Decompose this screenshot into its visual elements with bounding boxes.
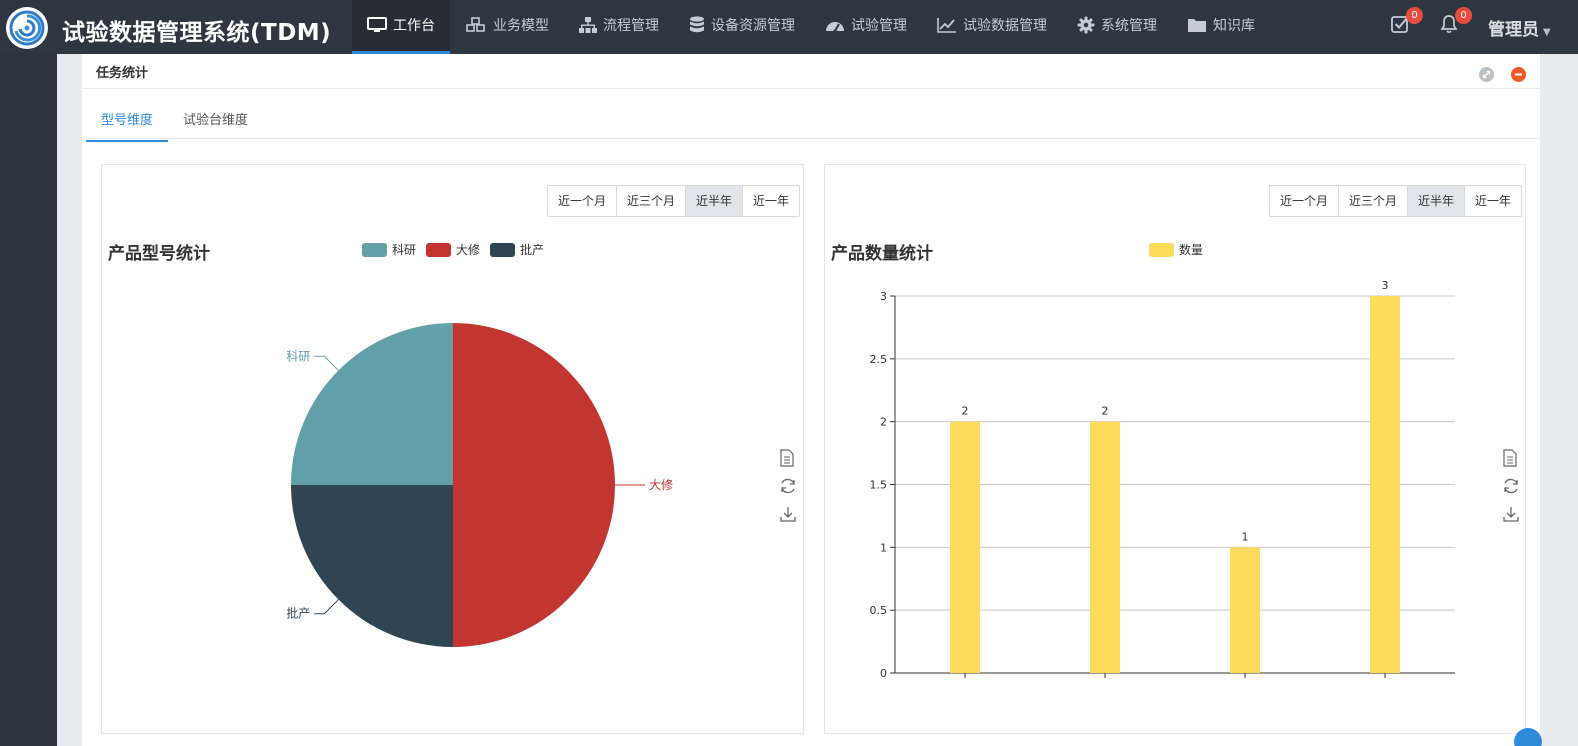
notifications-badge: 0 xyxy=(1455,7,1472,24)
dimension-tabs: 型号维度 试验台维度 xyxy=(86,102,263,142)
task-stats-panel: 任务统计 型号维度 试验台维度 近一个月 近三个月 近半年 近一年 产品型号统计… xyxy=(82,54,1540,746)
tab-model-dimension[interactable]: 型号维度 xyxy=(86,102,169,142)
pie-chart: 大修批产 科研 xyxy=(286,323,673,647)
main-nav: 工作台 业务模型 流程管理 设备资源管理 试验管理 试验数据管理 系统管理 知识… xyxy=(352,0,1270,54)
pie-label-line xyxy=(314,355,339,371)
y-tick-label: 3 xyxy=(880,290,887,303)
cubes-icon xyxy=(466,17,485,32)
nav-item-workbench[interactable]: 工作台 xyxy=(352,0,450,54)
download-icon[interactable] xyxy=(1502,505,1520,523)
header-divider xyxy=(82,88,1540,89)
pie-slice-label: 大修 xyxy=(649,477,673,492)
app-title: 试验数据管理系统(TDM) xyxy=(62,20,332,46)
expand-button[interactable] xyxy=(1479,67,1494,82)
data-view-icon[interactable] xyxy=(779,449,795,467)
pie-toolbox xyxy=(779,449,797,533)
folder-icon xyxy=(1188,19,1206,32)
left-sidebar xyxy=(0,54,57,746)
app-logo[interactable] xyxy=(6,7,48,49)
nav-item-label: 试验数据管理 xyxy=(963,18,1047,34)
nav-item-business-model[interactable]: 业务模型 xyxy=(450,0,564,54)
bar-chart: 0 0.5 1 1.5 2 2.5 3 2 2 1 3 xyxy=(870,279,1455,680)
nav-item-test-data[interactable]: 试验数据管理 xyxy=(922,0,1062,54)
model-stats-card: 近一个月 近三个月 近半年 近一年 产品型号统计 科研 大修 批产 大修 批产 科研 xyxy=(101,164,804,734)
pie-slice[interactable] xyxy=(291,323,453,485)
bar[interactable] xyxy=(1230,547,1260,673)
nav-item-label: 工作台 xyxy=(393,18,435,34)
gear-icon xyxy=(1077,16,1095,34)
line-chart-icon xyxy=(937,18,956,33)
y-tick-label: 2 xyxy=(880,416,887,429)
left-gutter xyxy=(57,54,82,746)
nav-item-test[interactable]: 试验管理 xyxy=(810,0,922,54)
download-icon[interactable] xyxy=(779,505,797,523)
y-tick-label: 0.5 xyxy=(870,604,888,617)
nav-item-label: 系统管理 xyxy=(1101,18,1157,34)
bar-data-label: 2 xyxy=(1102,405,1109,418)
nav-item-system[interactable]: 系统管理 xyxy=(1062,0,1172,54)
user-menu[interactable]: 管理员 ▼ xyxy=(1488,15,1551,40)
tasks-badge: 0 xyxy=(1406,7,1423,24)
nav-item-label: 试验管理 xyxy=(851,18,907,34)
nav-item-label: 设备资源管理 xyxy=(711,18,795,34)
y-tick-label: 1.5 xyxy=(870,479,888,492)
bar-data-label: 3 xyxy=(1382,279,1389,292)
database-icon xyxy=(690,16,704,33)
restore-icon[interactable] xyxy=(1502,477,1520,495)
user-name: 管理员 xyxy=(1488,20,1539,40)
sitemap-icon xyxy=(579,17,597,33)
minus-icon xyxy=(1515,73,1522,76)
tab-testbench-dimension[interactable]: 试验台维度 xyxy=(168,102,263,142)
bar[interactable] xyxy=(1370,296,1400,673)
y-tick-label: 1 xyxy=(880,541,887,554)
minimize-button[interactable] xyxy=(1511,67,1526,82)
y-tick-label: 2.5 xyxy=(870,353,888,366)
bar-data-label: 2 xyxy=(962,405,969,418)
swirl-logo-icon xyxy=(8,9,46,47)
notifications-button[interactable]: 0 xyxy=(1439,7,1472,36)
pie-slice[interactable] xyxy=(291,485,453,647)
pie-slice-label: 科研 xyxy=(286,349,310,363)
caret-down-icon: ▼ xyxy=(1543,27,1551,38)
bar[interactable] xyxy=(950,421,980,673)
dashboard-icon xyxy=(826,22,844,33)
top-bar: 试验数据管理系统(TDM) 工作台 业务模型 流程管理 设备资源管理 试验管理 … xyxy=(0,0,1578,54)
nav-item-label: 流程管理 xyxy=(603,18,659,34)
restore-icon[interactable] xyxy=(779,477,797,495)
data-view-icon[interactable] xyxy=(1502,449,1518,467)
y-tick-label: 0 xyxy=(880,667,887,680)
panel-title: 任务统计 xyxy=(96,66,149,81)
quantity-stats-card: 近一个月 近三个月 近半年 近一年 产品数量统计 数量 0 0.5 1 1.5 2 2.5… xyxy=(824,164,1526,734)
tabs-divider xyxy=(86,138,1540,139)
nav-item-equipment[interactable]: 设备资源管理 xyxy=(674,0,810,54)
nav-item-process[interactable]: 流程管理 xyxy=(564,0,674,54)
nav-item-knowledge[interactable]: 知识库 xyxy=(1172,0,1270,54)
pie-label-line xyxy=(314,599,339,615)
pie-slice-label: 批产 xyxy=(286,606,310,621)
pie-slice[interactable] xyxy=(453,323,615,647)
tasks-button[interactable]: 0 xyxy=(1390,7,1423,36)
right-gutter xyxy=(1540,54,1578,746)
bar-data-label: 1 xyxy=(1242,530,1249,543)
expand-icon xyxy=(1482,70,1491,79)
bar[interactable] xyxy=(1090,421,1120,673)
nav-item-label: 知识库 xyxy=(1213,18,1255,34)
nav-item-label: 业务模型 xyxy=(493,18,549,34)
monitor-icon xyxy=(367,17,387,32)
bar-toolbox xyxy=(1502,449,1520,533)
